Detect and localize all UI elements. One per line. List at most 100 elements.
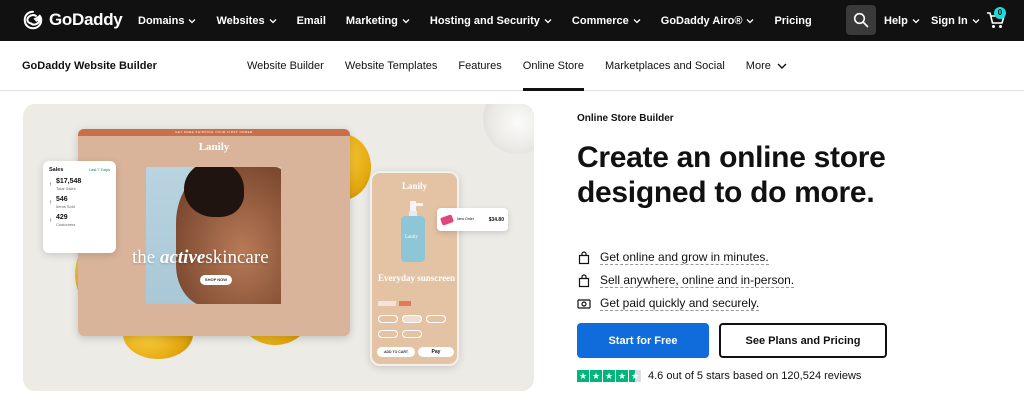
cash-icon [577,298,591,309]
chevron-down-icon [746,18,754,23]
shopping-bag-icon [578,273,590,287]
model-hair [184,167,244,217]
feature-text[interactable]: Sell anywhere, online and in-person. [600,273,795,288]
nav-item-hosting-and-security[interactable]: Hosting and Security [430,15,552,27]
phone-brand: Lanily [401,181,427,191]
trustpilot-rating[interactable]: ★ ★ ★ ★ ★ 4.6 out of 5 stars based on 12… [577,370,861,382]
star-icon: ★ [603,370,615,382]
add-to-cart-button: ADD TO CART [377,347,415,357]
chevron-down-icon [269,18,277,23]
star-icon: ★ [616,370,628,382]
feature-text[interactable]: Get paid quickly and securely. [600,296,760,311]
sub-nav-item-label: Website Builder [247,60,324,72]
size-options [378,315,446,323]
sub-nav: GoDaddy Website Builder Website Builder W… [0,41,1024,91]
nav-item-label: Domains [138,14,185,27]
feature-item: Get online and grow in minutes. [577,246,794,269]
feature-item: Sell anywhere, online and in-person. [577,269,795,292]
shopping-bag-icon [578,250,590,264]
hero-image: GET FREE SHIPPING YOUR FIRST ORDER Lanil… [23,104,534,391]
sales-value: 546 [56,196,68,203]
sales-row: ↑ 546 Items Sold [49,196,110,209]
help-menu[interactable]: Help [884,0,920,41]
size-option [402,315,422,323]
nav-item-email[interactable]: Email [297,15,326,27]
sub-nav-item-label: Features [458,60,502,72]
nav-item-label: GoDaddy Airo® [660,14,743,27]
apple-pay-button: Pay [418,347,454,357]
arrow-up-icon: ↑ [49,217,52,224]
eyebrow-label: Online Store Builder [577,113,674,124]
chevron-down-icon [633,18,641,23]
sign-in-menu[interactable]: Sign In [931,0,980,41]
chevron-down-icon [777,63,787,69]
main-menu: Domains Websites Email Marketing Hosting and… [138,0,832,41]
pay-label: Pay [431,349,441,355]
nav-item-godaddy-airo[interactable]: GoDaddy Airo® [661,15,755,27]
search-icon [853,12,869,28]
desktop-store-preview: GET FREE SHIPPING YOUR FIRST ORDER Lanil… [78,129,350,336]
price-chips [378,301,411,306]
sub-nav-item-label: Online Store [522,60,584,72]
mobile-store-preview: Lanily Lanily Everyday sunscreen ADD TO … [370,171,459,366]
shop-now-button: SHOP NOW [200,275,232,285]
size-option [378,315,398,323]
nav-item-label: Marketing [345,14,398,27]
chevron-down-icon [189,18,196,23]
price-chip [378,301,396,306]
quantity-option [402,330,422,338]
sub-nav-item-marketplaces-and-social[interactable]: Marketplaces and Social [605,41,725,91]
nav-item-websites[interactable]: Websites [216,14,277,27]
nav-item-pricing[interactable]: Pricing [774,15,811,27]
star-icon: ★ [590,370,602,382]
product-title-mobile: Everyday sunscreen [378,273,456,283]
chevron-down-icon [912,18,920,23]
sales-label: Total Sales [56,186,76,191]
star-half-icon: ★ [629,370,641,382]
start-for-free-button[interactable]: Start for Free [577,323,709,358]
cream-jar-image [483,104,534,154]
sales-value: $17,548 [56,178,82,185]
chevron-down-icon [402,18,410,23]
store-headline-italic: active [159,247,206,268]
star-icon: ★ [577,370,589,382]
star-rating: ★ ★ ★ ★ ★ [577,370,641,382]
rating-text: 4.6 out of 5 stars based on 120,524 revi… [648,370,862,382]
sub-nav-item-website-builder[interactable]: Website Builder [247,41,324,91]
sub-nav-item-label: More [745,60,771,72]
sub-nav-menu: Website Builder Website Templates Features… [247,41,808,91]
brand-name: GoDaddy [49,10,123,29]
sales-title: Sales [49,167,64,173]
sub-nav-item-more[interactable]: More [746,41,787,91]
nav-item-commerce[interactable]: Commerce [572,15,641,27]
feature-text[interactable]: Get online and grow in minutes. [600,250,769,265]
quantity-options [378,330,422,338]
godaddy-logo[interactable]: GoDaddy [22,8,123,32]
sales-card: Sales Last 7 Days ↑ $17,548 Total Sales ↑… [43,161,116,253]
promo-bar: GET FREE SHIPPING YOUR FIRST ORDER [78,129,350,136]
top-nav: GoDaddy Domains Websites Email Marketing Hos… [0,0,1024,41]
nav-item-domains[interactable]: Domains [138,15,196,27]
feature-list: Get online and grow in minutes. Sell any… [577,246,795,315]
sub-nav-item-label: Marketplaces and Social [604,60,725,72]
nav-item-label: Email [296,14,326,27]
nav-item-label: Websites [216,14,265,27]
page-headline: Create an online store designed to do mo… [577,141,886,209]
product-title[interactable]: GoDaddy Website Builder [22,41,157,91]
sunscreen-bottle-image [401,201,425,262]
sub-nav-item-features[interactable]: Features [458,41,501,91]
chevron-down-icon [544,18,552,23]
search-button[interactable] [846,5,876,35]
sub-nav-item-online-store[interactable]: Online Store [522,41,585,91]
sub-nav-item-website-templates[interactable]: Website Templates [345,41,438,91]
godaddy-logo-icon [23,10,43,30]
quantity-option [378,330,398,338]
sign-in-label: Sign In [931,14,968,27]
size-option [426,315,446,323]
arrow-up-icon: ↑ [49,181,52,188]
feature-item: Get paid quickly and securely. [577,292,794,315]
nav-item-marketing[interactable]: Marketing [346,15,410,27]
sales-value: 429 [56,214,68,221]
see-plans-button[interactable]: See Plans and Pricing [719,323,887,358]
order-label: New Order [457,217,474,221]
